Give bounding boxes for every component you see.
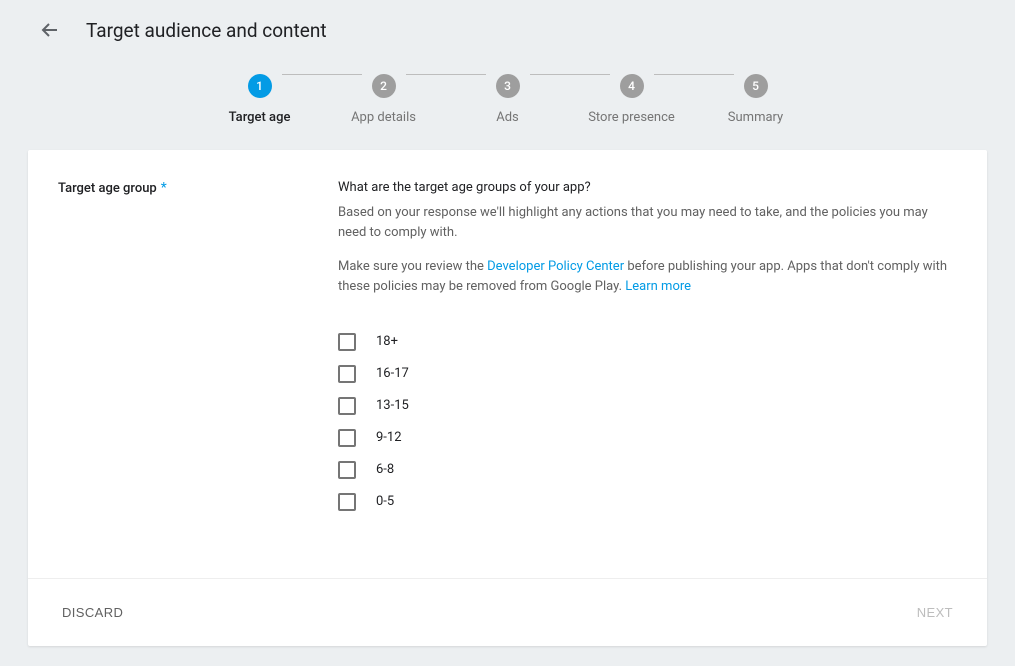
form-card: Target age group * What are the target ag…	[28, 150, 987, 646]
checkbox-row-9-12[interactable]: 9-12	[338, 422, 957, 454]
checkbox-row-13-15[interactable]: 13-15	[338, 390, 957, 422]
checkbox-9-12[interactable]	[338, 429, 356, 447]
field-content-column: What are the target age groups of your a…	[338, 180, 957, 518]
checkbox-label-9-12: 9-12	[376, 430, 402, 445]
page-container: Target audience and content 1 Target age…	[0, 0, 1015, 666]
step-app-details[interactable]: 2 App details	[372, 74, 396, 98]
checkbox-13-15[interactable]	[338, 397, 356, 415]
card-footer: Discard Next	[28, 578, 987, 646]
description-2: Make sure you review the Developer Polic…	[338, 257, 957, 297]
checkbox-row-18plus[interactable]: 18+	[338, 326, 957, 358]
description-1: Based on your response we'll highlight a…	[338, 203, 957, 243]
checkbox-row-16-17[interactable]: 16-17	[338, 358, 957, 390]
link-developer-policy-center[interactable]: Developer Policy Center	[487, 259, 624, 274]
page-header: Target audience and content	[0, 0, 1015, 42]
checkbox-row-6-8[interactable]: 6-8	[338, 454, 957, 486]
checkbox-row-0-5[interactable]: 0-5	[338, 486, 957, 518]
step-number-3: 3	[496, 74, 520, 98]
checkbox-label-18plus: 18+	[376, 334, 398, 349]
desc2-part-a: Make sure you review the	[338, 259, 487, 274]
link-learn-more[interactable]: Learn more	[625, 279, 691, 294]
step-ads[interactable]: 3 Ads	[496, 74, 520, 98]
step-store-presence[interactable]: 4 Store presence	[620, 74, 644, 98]
step-connector	[654, 74, 734, 75]
required-asterisk: *	[161, 180, 167, 196]
next-button[interactable]: Next	[913, 599, 957, 626]
step-label-3: Ads	[496, 110, 519, 125]
step-label-1: Target age	[229, 110, 291, 125]
step-number-5: 5	[744, 74, 768, 98]
step-label-5: Summary	[728, 110, 783, 125]
field-label-target-age: Target age group	[58, 181, 157, 196]
question-text: What are the target age groups of your a…	[338, 180, 957, 195]
checkbox-label-16-17: 16-17	[376, 366, 409, 381]
step-target-age[interactable]: 1 Target age	[248, 74, 272, 98]
step-number-2: 2	[372, 74, 396, 98]
age-group-checkbox-list: 18+ 16-17 13-15 9-12	[338, 326, 957, 518]
checkbox-6-8[interactable]	[338, 461, 356, 479]
step-label-4: Store presence	[588, 110, 675, 125]
step-summary[interactable]: 5 Summary	[744, 74, 768, 98]
step-label-2: App details	[351, 110, 416, 125]
step-connector	[406, 74, 486, 75]
step-connector	[530, 74, 610, 75]
page-title: Target audience and content	[86, 19, 327, 42]
checkbox-label-6-8: 6-8	[376, 462, 394, 477]
step-number-4: 4	[620, 74, 644, 98]
step-number-1: 1	[248, 74, 272, 98]
checkbox-18plus[interactable]	[338, 333, 356, 351]
field-label-column: Target age group *	[58, 180, 338, 518]
step-connector	[282, 74, 362, 75]
card-body: Target age group * What are the target ag…	[28, 150, 987, 578]
back-arrow-icon[interactable]	[38, 18, 62, 42]
checkbox-label-0-5: 0-5	[376, 494, 394, 509]
checkbox-16-17[interactable]	[338, 365, 356, 383]
checkbox-label-13-15: 13-15	[376, 398, 409, 413]
discard-button[interactable]: Discard	[58, 599, 127, 626]
stepper: 1 Target age 2 App details 3 Ads 4 Store…	[0, 74, 1015, 98]
checkbox-0-5[interactable]	[338, 493, 356, 511]
